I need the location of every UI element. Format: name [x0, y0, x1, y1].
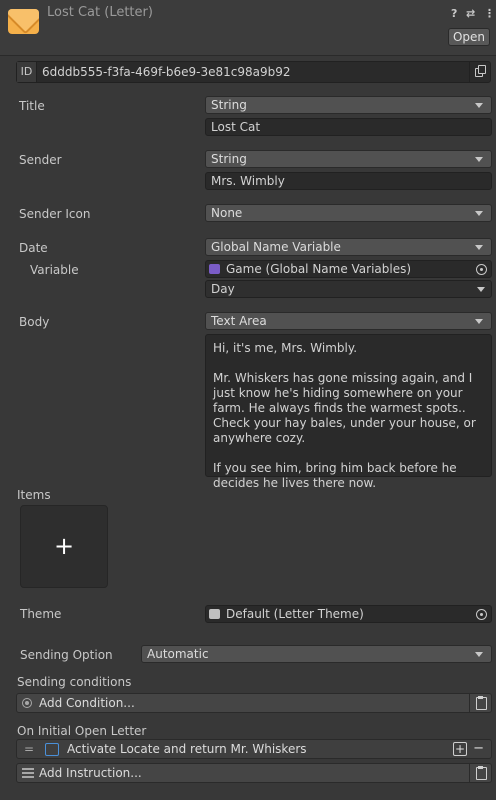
kebab-menu-icon[interactable]: ⋮: [484, 7, 495, 20]
variable-object-value: Game (Global Name Variables): [226, 262, 412, 276]
object-picker-icon[interactable]: [476, 609, 487, 620]
envelope-icon: [8, 9, 39, 34]
date-type-dropdown[interactable]: Global Name Variable: [205, 238, 492, 256]
sender-type-value: String: [211, 152, 247, 166]
id-row: ID 6dddb555-f3fa-469f-b6e9-3e81c98a9b92: [16, 61, 491, 83]
letter-theme-icon: [209, 609, 220, 619]
preset-settings-icon[interactable]: ⇄: [466, 7, 475, 20]
help-icon[interactable]: ?: [451, 7, 457, 20]
add-condition-button[interactable]: Add Condition...: [39, 694, 135, 712]
condition-icon: [22, 698, 32, 708]
body-paragraph: Mr. Whiskers has gone missing again, and…: [213, 371, 476, 445]
day-value: Day: [211, 282, 235, 296]
theme-label: Theme: [20, 607, 62, 621]
list-icon: [22, 768, 34, 778]
paste-clipboard-icon[interactable]: [469, 764, 491, 782]
add-instruction-row[interactable]: Add Instruction...: [16, 763, 492, 783]
add-instruction-button[interactable]: Add Instruction...: [39, 764, 142, 782]
title-label: Title: [19, 99, 45, 113]
sending-option-label: Sending Option: [20, 648, 113, 662]
body-type-dropdown[interactable]: Text Area: [205, 312, 492, 330]
open-button[interactable]: Open: [448, 28, 490, 46]
body-paragraph: Hi, it's me, Mrs. Wimbly.: [213, 341, 358, 355]
chevron-down-icon: [475, 157, 483, 162]
id-value[interactable]: 6dddb555-f3fa-469f-b6e9-3e81c98a9b92: [42, 65, 291, 79]
id-label: ID: [17, 62, 37, 82]
instruction-text[interactable]: Activate Locate and return Mr. Whiskers: [67, 740, 307, 758]
title-input[interactable]: Lost Cat: [205, 118, 492, 136]
title-type-value: String: [211, 98, 247, 112]
theme-object-field[interactable]: Default (Letter Theme): [205, 605, 492, 623]
drag-handle-icon[interactable]: =: [24, 740, 34, 758]
remove-instruction-button[interactable]: −: [473, 740, 484, 758]
sender-type-dropdown[interactable]: String: [205, 150, 492, 168]
global-variables-icon: [209, 264, 220, 274]
body-paragraph: If you see him, bring him back before he…: [213, 461, 457, 490]
items-label: Items: [17, 488, 51, 502]
body-textarea[interactable]: Hi, it's me, Mrs. Wimbly. Mr. Whiskers h…: [205, 334, 492, 490]
chevron-down-icon: [475, 103, 483, 108]
chevron-down-icon: [475, 245, 483, 250]
date-type-value: Global Name Variable: [211, 240, 341, 254]
paste-clipboard-icon[interactable]: [469, 694, 491, 712]
add-condition-row[interactable]: Add Condition...: [16, 693, 492, 713]
variable-label: Variable: [30, 263, 79, 277]
theme-value: Default (Letter Theme): [226, 607, 364, 621]
copy-icon[interactable]: [469, 62, 490, 82]
instruction-row[interactable]: = Activate Locate and return Mr. Whisker…: [16, 739, 492, 759]
object-picker-icon[interactable]: [476, 264, 487, 275]
title-type-dropdown[interactable]: String: [205, 96, 492, 114]
sender-input[interactable]: Mrs. Wimbly: [205, 172, 492, 190]
locate-instruction-icon: [45, 743, 59, 756]
sending-option-dropdown[interactable]: Automatic: [141, 645, 492, 663]
day-dropdown[interactable]: Day: [205, 280, 492, 298]
date-label: Date: [19, 241, 48, 255]
on-open-label: On Initial Open Letter: [17, 724, 147, 738]
chevron-down-icon: [477, 287, 485, 292]
sender-icon-label: Sender Icon: [19, 207, 91, 221]
sender-icon-value: None: [211, 206, 243, 220]
chevron-down-icon: [475, 652, 483, 657]
sender-label: Sender: [19, 153, 62, 167]
inspector-title: Lost Cat (Letter): [47, 5, 153, 20]
chevron-down-icon: [475, 211, 483, 216]
sender-icon-dropdown[interactable]: None: [205, 204, 492, 222]
add-item-button[interactable]: +: [20, 505, 108, 588]
add-instruction-plus-button[interactable]: +: [453, 742, 467, 756]
variable-object-field[interactable]: Game (Global Name Variables): [205, 260, 492, 278]
sending-conditions-label: Sending conditions: [17, 675, 132, 689]
body-type-value: Text Area: [211, 314, 267, 328]
body-label: Body: [19, 315, 50, 329]
chevron-down-icon: [475, 319, 483, 324]
sending-option-value: Automatic: [147, 647, 209, 661]
